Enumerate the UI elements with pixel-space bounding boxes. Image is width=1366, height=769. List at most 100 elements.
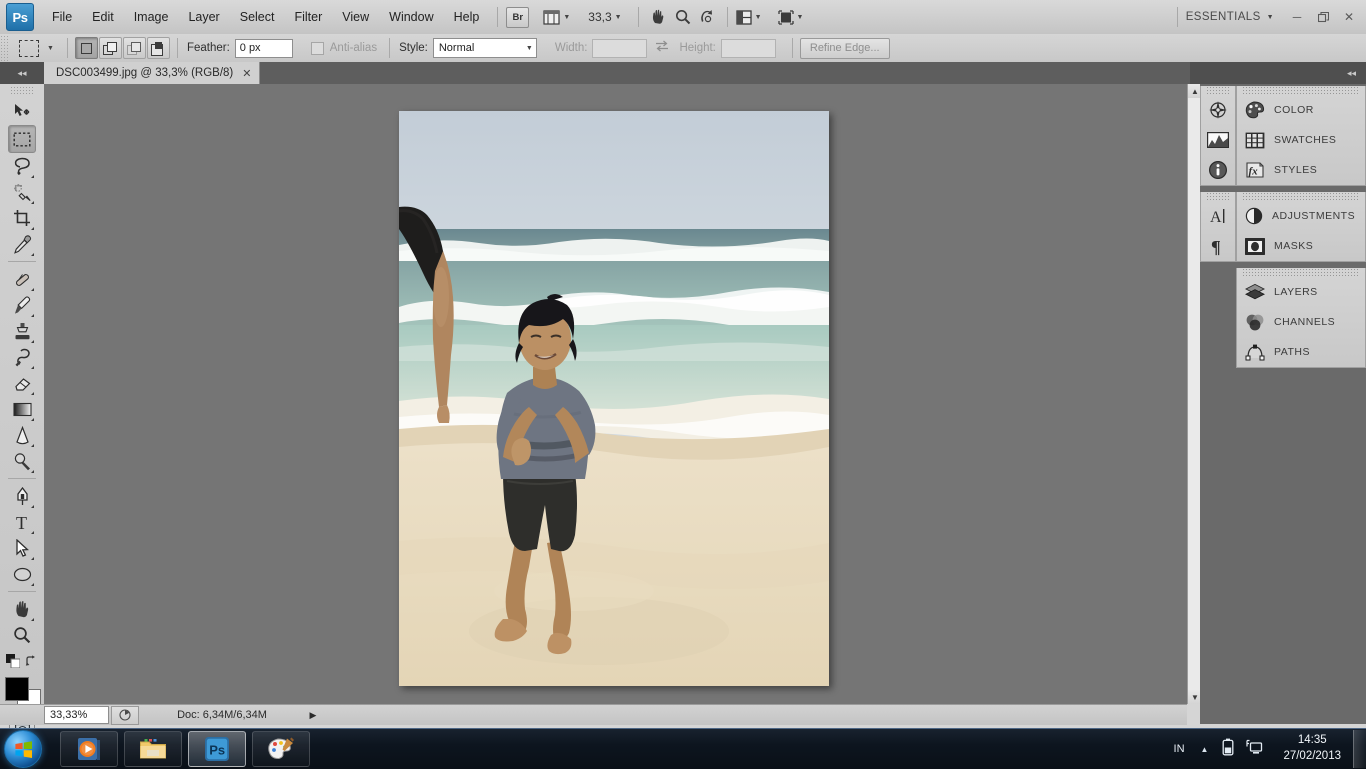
- tool-more-indicator: [31, 618, 34, 621]
- history-brush-tool[interactable]: [9, 344, 35, 370]
- paragraph-panel-icon[interactable]: ¶: [1201, 231, 1235, 261]
- menu-filter[interactable]: Filter: [285, 6, 331, 28]
- panel-tab-channels[interactable]: CHANNELS: [1237, 307, 1365, 337]
- quick-selection-tool[interactable]: [9, 179, 35, 205]
- group-gripper[interactable]: [1242, 268, 1360, 276]
- paths-anchor-icon: [1245, 344, 1265, 361]
- show-desktop-button[interactable]: [1353, 730, 1366, 768]
- blur-tool[interactable]: [9, 422, 35, 448]
- add-to-selection-button[interactable]: [98, 37, 122, 59]
- canvas-area[interactable]: [44, 84, 1187, 704]
- options-bar-gripper[interactable]: [0, 35, 9, 61]
- navigator-panel-icon[interactable]: [1201, 95, 1235, 125]
- close-button[interactable]: ✕: [1336, 6, 1362, 28]
- taskbar-adobe-photoshop[interactable]: Ps: [188, 731, 246, 767]
- menu-help[interactable]: Help: [445, 6, 489, 28]
- view-extras-button[interactable]: ▼: [543, 9, 570, 25]
- document-tab[interactable]: DSC003499.jpg @ 33,3% (RGB/8) ✕: [44, 62, 261, 84]
- panel-tab-paths[interactable]: PATHS: [1237, 337, 1365, 367]
- panel-tab-color[interactable]: COLOR: [1237, 95, 1365, 125]
- zoom-tool-button[interactable]: [671, 6, 695, 28]
- status-proxy-icon[interactable]: [111, 705, 139, 725]
- spot-healing-brush-tool[interactable]: [9, 266, 35, 292]
- show-hidden-icons-button[interactable]: ▲: [1201, 745, 1209, 754]
- tool-preset-picker[interactable]: ▼: [13, 39, 60, 57]
- taskbar-windows-explorer[interactable]: [124, 731, 182, 767]
- character-panel-icon[interactable]: A: [1201, 201, 1235, 231]
- histogram-panel-icon[interactable]: [1201, 125, 1235, 155]
- menu-window[interactable]: Window: [380, 6, 442, 28]
- document-tab-close-icon[interactable]: ✕: [242, 67, 251, 80]
- move-tool[interactable]: [9, 99, 35, 125]
- eraser-tool[interactable]: [9, 370, 35, 396]
- group-gripper[interactable]: [1242, 86, 1360, 94]
- intersect-selection-button[interactable]: [146, 37, 170, 59]
- arrange-documents-button[interactable]: ▼: [777, 9, 803, 25]
- anti-alias-checkbox[interactable]: Anti-alias: [310, 41, 382, 55]
- left-dock-collapse-button[interactable]: ◂◂: [0, 62, 44, 84]
- clock[interactable]: 14:35 27/02/2013: [1273, 733, 1351, 764]
- zoom-tool[interactable]: [9, 622, 35, 648]
- subtract-from-selection-button[interactable]: [122, 37, 146, 59]
- lasso-tool[interactable]: [9, 153, 35, 179]
- feather-input[interactable]: 0 px: [234, 38, 293, 58]
- status-menu-arrow-icon[interactable]: ▶: [305, 710, 321, 721]
- battery-icon[interactable]: [1222, 738, 1234, 761]
- status-zoom-input[interactable]: 33,33%: [44, 706, 109, 724]
- zoom-level-display[interactable]: 33,3 ▼: [588, 10, 621, 24]
- hand-tool[interactable]: [9, 596, 35, 622]
- restore-button[interactable]: [1310, 6, 1336, 28]
- menu-file[interactable]: File: [43, 6, 81, 28]
- gradient-tool[interactable]: [9, 396, 35, 422]
- brush-tool[interactable]: [9, 292, 35, 318]
- launch-bridge-button[interactable]: Br: [506, 6, 530, 28]
- minimize-button[interactable]: ─: [1284, 6, 1310, 28]
- menu-edit[interactable]: Edit: [83, 6, 123, 28]
- workspace-switcher[interactable]: ESSENTIALS ▼: [1186, 11, 1274, 23]
- height-input[interactable]: [720, 38, 776, 58]
- right-dock-collapse-button[interactable]: ◂◂: [1190, 62, 1366, 84]
- panel-tab-masks[interactable]: MASKS: [1237, 231, 1365, 261]
- panel-tab-swatches[interactable]: SWATCHES: [1237, 125, 1365, 155]
- menu-layer[interactable]: Layer: [179, 6, 228, 28]
- panel-tab-column: COLOR SWATCHES fx STYLES ADJUSTMENTS MAS…: [1236, 84, 1366, 368]
- rectangular-marquee-tool[interactable]: [8, 125, 36, 153]
- width-input[interactable]: [592, 38, 648, 58]
- crop-tool[interactable]: [9, 205, 35, 231]
- style-select[interactable]: Normal ▼: [432, 38, 537, 58]
- rotate-view-tool-button[interactable]: [695, 6, 719, 28]
- horizontal-type-tool[interactable]: T: [9, 509, 35, 535]
- language-indicator[interactable]: IN: [1174, 743, 1185, 755]
- path-selection-tool[interactable]: [9, 535, 35, 561]
- network-icon[interactable]: [1246, 739, 1263, 760]
- menu-image[interactable]: Image: [125, 6, 178, 28]
- swap-colors-button[interactable]: [25, 654, 38, 673]
- foreground-color-swatch[interactable]: [5, 677, 29, 701]
- pen-tool[interactable]: [9, 483, 35, 509]
- clone-stamp-tool[interactable]: [9, 318, 35, 344]
- group-gripper[interactable]: [1206, 86, 1230, 94]
- eyedropper-tool[interactable]: [9, 231, 35, 257]
- ellipse-shape-tool[interactable]: [9, 561, 35, 587]
- selection-mode-group: [74, 37, 170, 59]
- menu-select[interactable]: Select: [231, 6, 284, 28]
- tools-panel-gripper[interactable]: [10, 86, 34, 96]
- group-gripper[interactable]: [1242, 192, 1360, 200]
- refine-edge-button[interactable]: Refine Edge...: [799, 37, 890, 59]
- group-gripper[interactable]: [1206, 192, 1230, 200]
- start-button[interactable]: [4, 730, 42, 768]
- document-window[interactable]: [399, 111, 829, 686]
- taskbar-paint[interactable]: [252, 731, 310, 767]
- screen-mode-button[interactable]: ▼: [735, 9, 762, 25]
- new-selection-button[interactable]: [74, 37, 98, 59]
- panel-tab-adjustments[interactable]: ADJUSTMENTS: [1237, 201, 1365, 231]
- dodge-tool[interactable]: [9, 448, 35, 474]
- panel-tab-layers[interactable]: LAYERS: [1237, 277, 1365, 307]
- hand-tool-button[interactable]: [647, 6, 671, 28]
- taskbar-windows-media-player[interactable]: [60, 731, 118, 767]
- default-colors-button[interactable]: [6, 654, 21, 673]
- menu-view[interactable]: View: [333, 6, 378, 28]
- swap-dimensions-button[interactable]: [655, 39, 669, 57]
- info-panel-icon[interactable]: [1201, 155, 1235, 185]
- panel-tab-styles[interactable]: fx STYLES: [1237, 155, 1365, 185]
